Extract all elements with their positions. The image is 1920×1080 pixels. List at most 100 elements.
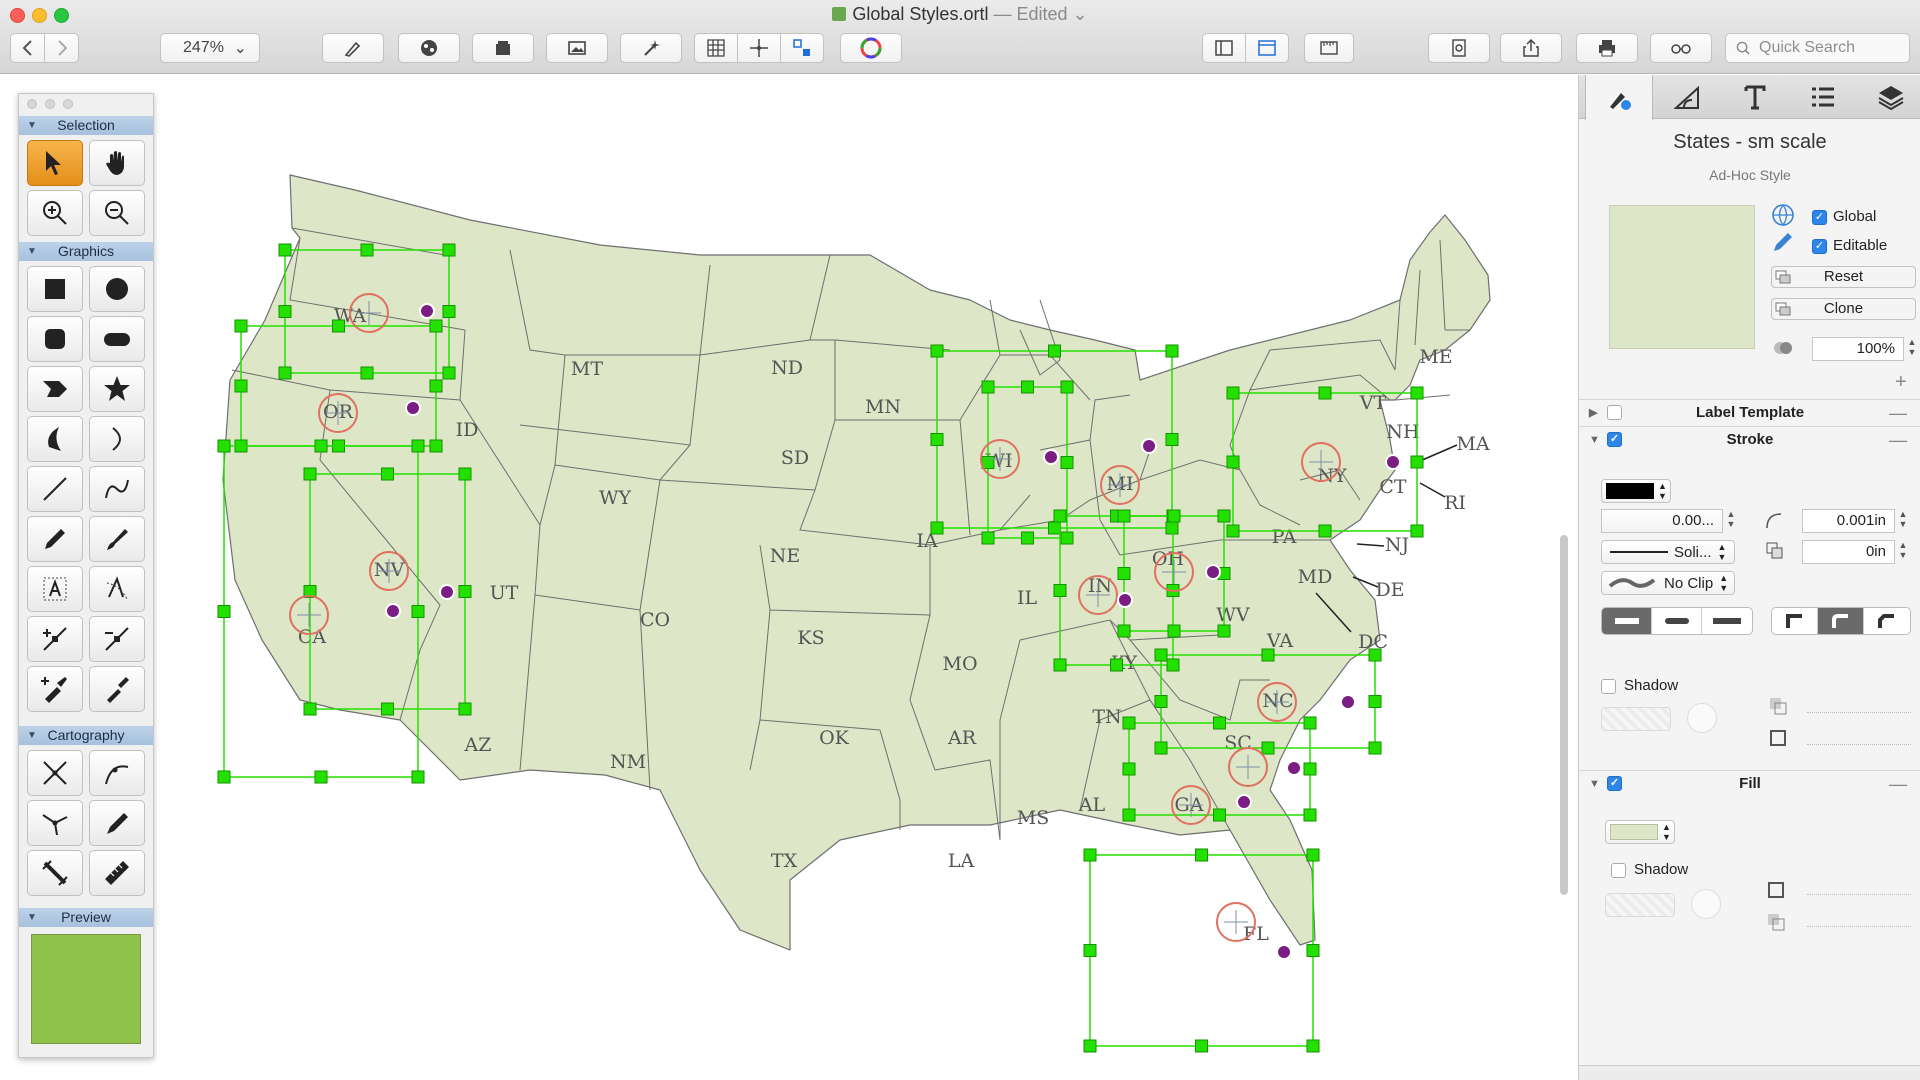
miter-join-option[interactable] bbox=[1772, 608, 1818, 634]
stencils-button[interactable] bbox=[398, 33, 460, 63]
state-label-ny[interactable]: NY bbox=[1317, 465, 1347, 487]
state-label-ne[interactable]: NE bbox=[770, 545, 801, 567]
state-label-ut[interactable]: UT bbox=[490, 582, 519, 604]
tab-style[interactable] bbox=[1585, 75, 1653, 120]
colors-button[interactable] bbox=[840, 33, 902, 63]
resize-handle[interactable] bbox=[278, 243, 292, 257]
palette-section-preview[interactable]: Preview bbox=[19, 908, 153, 927]
label-anchor-handle[interactable] bbox=[1043, 449, 1059, 465]
resize-handle[interactable] bbox=[1122, 716, 1136, 730]
resize-handle[interactable] bbox=[1261, 741, 1275, 755]
resize-handle[interactable] bbox=[1117, 567, 1131, 580]
resize-handle[interactable] bbox=[458, 702, 472, 716]
state-label-ok[interactable]: OK bbox=[819, 727, 850, 749]
resize-handle[interactable] bbox=[1261, 648, 1275, 662]
state-label-vt[interactable]: VT bbox=[1359, 392, 1387, 414]
add-style-button[interactable]: + bbox=[1895, 371, 1907, 394]
drawing-canvas[interactable]: WAORCAIDNVMTWYUTAZCONMNDSDNEKSOKTXMNIAMO… bbox=[0, 75, 1575, 1080]
resize-handle[interactable] bbox=[1368, 741, 1382, 755]
resize-handle[interactable] bbox=[360, 243, 374, 257]
zoom-out-tool[interactable] bbox=[89, 190, 145, 236]
section-label-template[interactable]: ▶ Label Template — bbox=[1579, 399, 1920, 425]
chevron-shape-tool[interactable] bbox=[27, 366, 83, 412]
stroke-offset-stepper[interactable]: ▲ ▼ bbox=[1897, 540, 1909, 564]
resize-handle[interactable] bbox=[1368, 695, 1382, 708]
resize-handle[interactable] bbox=[1226, 386, 1240, 400]
style-name[interactable]: States - sm scale bbox=[1579, 131, 1920, 154]
section-stroke[interactable]: ▼ ✓ Stroke — bbox=[1579, 426, 1920, 452]
back-button[interactable] bbox=[10, 33, 45, 63]
resize-handle[interactable] bbox=[1306, 944, 1320, 957]
state-label-nm[interactable]: NM bbox=[610, 751, 646, 773]
resize-handle[interactable] bbox=[1154, 695, 1168, 708]
resize-handle[interactable] bbox=[278, 366, 292, 380]
resize-handle[interactable] bbox=[411, 770, 425, 784]
resize-handle[interactable] bbox=[442, 305, 456, 318]
bevel-join-option[interactable] bbox=[1864, 608, 1910, 634]
print-button[interactable] bbox=[1576, 33, 1638, 63]
state-label-ct[interactable]: CT bbox=[1379, 476, 1407, 498]
resize-handle[interactable] bbox=[1217, 509, 1231, 523]
style-brush-button[interactable] bbox=[322, 33, 384, 63]
state-label-ms[interactable]: MS bbox=[1017, 807, 1049, 829]
fill-shadow-color-well[interactable] bbox=[1605, 893, 1675, 917]
resize-handle[interactable] bbox=[1318, 386, 1332, 400]
resize-handle[interactable] bbox=[217, 605, 231, 618]
resize-handle[interactable] bbox=[981, 456, 995, 469]
stroke-shadow-angle-knob[interactable] bbox=[1687, 703, 1717, 733]
resize-handle[interactable] bbox=[1306, 1039, 1320, 1053]
resize-handle[interactable] bbox=[381, 467, 394, 481]
remove-point-tool[interactable] bbox=[89, 616, 145, 662]
state-label-al[interactable]: AL bbox=[1078, 794, 1106, 816]
resize-handle[interactable] bbox=[1053, 584, 1067, 597]
grid-button[interactable] bbox=[694, 33, 738, 63]
fill-shadow-distance-slider[interactable] bbox=[1807, 913, 1911, 927]
resize-handle[interactable] bbox=[360, 366, 374, 380]
edited-status[interactable]: Edited bbox=[1016, 4, 1072, 24]
shadow-distance-slider[interactable] bbox=[1807, 699, 1911, 713]
state-label-de[interactable]: DE bbox=[1375, 579, 1404, 601]
resize-handle[interactable] bbox=[1217, 624, 1231, 638]
resize-handle[interactable] bbox=[442, 243, 456, 257]
resize-handle[interactable] bbox=[1226, 455, 1240, 469]
us-map[interactable]: WAORCAIDNVMTWYUTAZCONMNDSDNEKSOKTXMNIAMO… bbox=[0, 75, 1575, 1080]
resize-handle[interactable] bbox=[1053, 658, 1067, 672]
resize-handle[interactable] bbox=[458, 467, 472, 481]
state-label-nj[interactable]: NJ bbox=[1385, 534, 1409, 556]
palette-close-button[interactable] bbox=[27, 99, 37, 109]
fill-color-well[interactable]: ▲ ▼ bbox=[1605, 820, 1675, 844]
style-dropper-tool[interactable] bbox=[27, 666, 83, 712]
resize-handle[interactable] bbox=[1083, 848, 1097, 862]
resize-handle[interactable] bbox=[1167, 624, 1181, 638]
reset-button[interactable]: Reset bbox=[1771, 266, 1916, 288]
shadow-blur-slider[interactable] bbox=[1807, 731, 1911, 745]
vertical-scrollbar[interactable] bbox=[1560, 535, 1568, 895]
stroke-checkbox[interactable]: ✓ bbox=[1607, 432, 1622, 447]
resize-handle[interactable] bbox=[1303, 762, 1317, 776]
label-anchor-handle[interactable] bbox=[1340, 694, 1356, 710]
tab-layers[interactable] bbox=[1857, 75, 1920, 119]
opacity-field[interactable]: 100% bbox=[1812, 337, 1904, 361]
state-label-tx[interactable]: TX bbox=[771, 850, 798, 872]
resize-handle[interactable] bbox=[234, 379, 248, 393]
palette-minimize-button[interactable] bbox=[45, 99, 55, 109]
state-label-nd[interactable]: ND bbox=[771, 357, 803, 379]
corner-radius-stepper[interactable]: ▲ ▼ bbox=[1897, 509, 1909, 533]
document-settings-button[interactable] bbox=[1428, 33, 1490, 63]
resize-handle[interactable] bbox=[1021, 531, 1034, 545]
line-cap-segmented[interactable] bbox=[1601, 607, 1753, 635]
resize-handle[interactable] bbox=[234, 319, 248, 333]
resize-handle[interactable] bbox=[381, 702, 394, 716]
remove-section-icon[interactable]: — bbox=[1889, 427, 1907, 453]
clone-button[interactable]: Clone bbox=[1771, 298, 1916, 320]
resize-handle[interactable] bbox=[1226, 524, 1240, 538]
label-anchor-handle[interactable] bbox=[439, 584, 455, 600]
square-cap-option[interactable] bbox=[1702, 608, 1752, 634]
section-fill[interactable]: ▼ ✓ Fill — bbox=[1579, 770, 1920, 796]
state-label-az[interactable]: AZ bbox=[464, 734, 492, 756]
disclosure-right-icon[interactable]: ▶ bbox=[1589, 400, 1597, 426]
resize-handle[interactable] bbox=[1053, 509, 1067, 523]
state-label-me[interactable]: ME bbox=[1419, 346, 1452, 368]
resize-handle[interactable] bbox=[1165, 344, 1179, 358]
rounded-rect-tool[interactable] bbox=[27, 316, 83, 362]
